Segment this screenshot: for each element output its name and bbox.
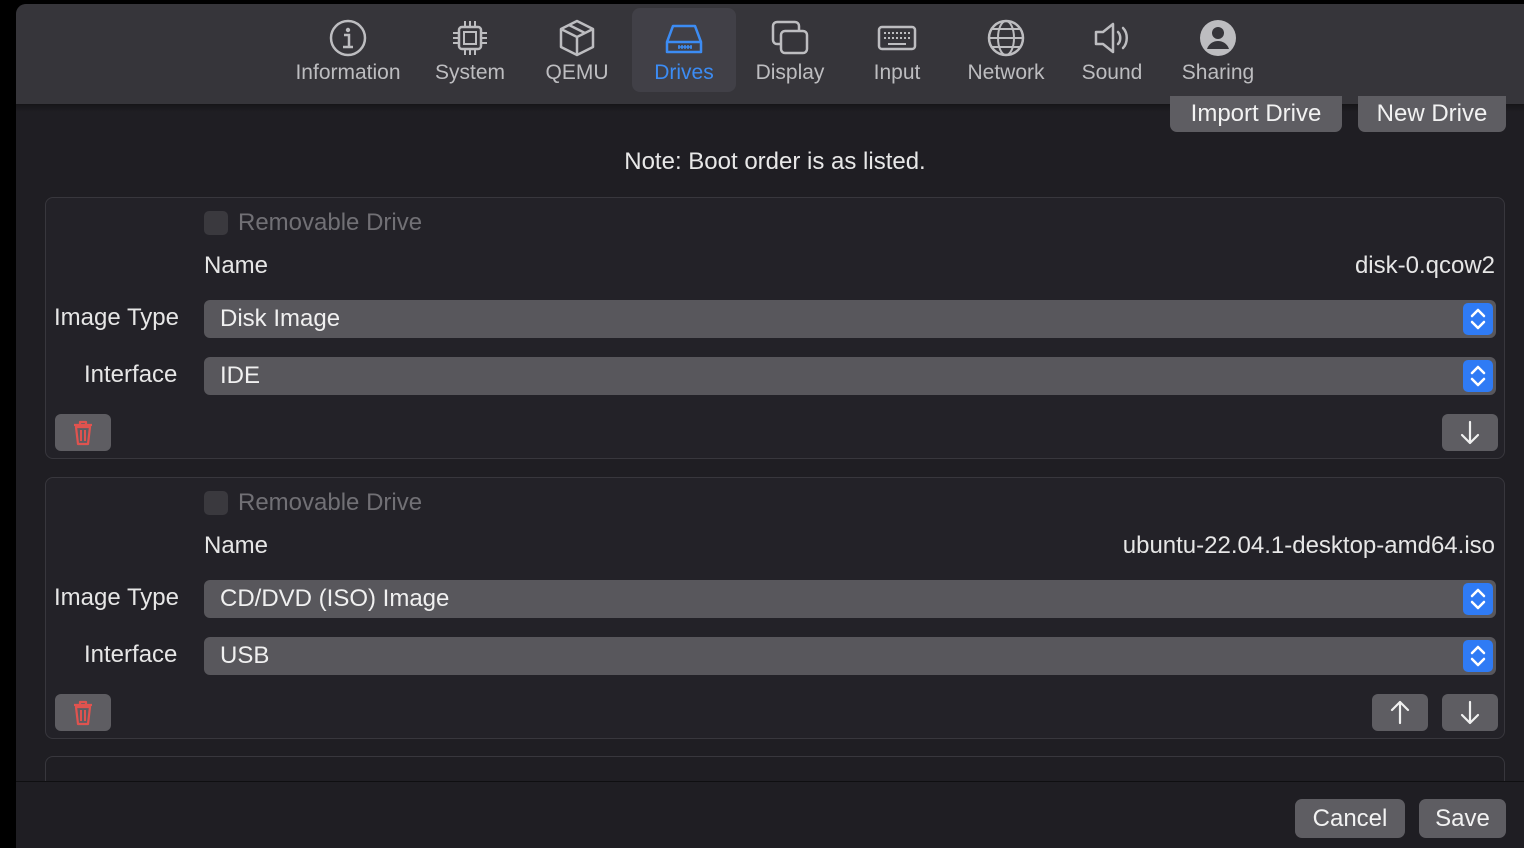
removable-drive-row[interactable]: Removable Drive xyxy=(204,488,422,518)
chevron-up-down-icon xyxy=(1463,640,1493,672)
arrow-up-icon xyxy=(1390,700,1410,725)
delete-drive-button[interactable] xyxy=(55,694,111,731)
interface-label: Interface xyxy=(84,641,178,668)
cancel-button[interactable]: Cancel xyxy=(1295,799,1405,838)
interface-label: Interface xyxy=(84,361,178,388)
info-circle-icon xyxy=(328,18,368,58)
move-up-button[interactable] xyxy=(1372,694,1428,731)
tab-qemu[interactable]: QEMU xyxy=(531,8,623,92)
settings-window: Information System QEMU Drives Display I… xyxy=(16,4,1524,848)
name-label: Name xyxy=(204,532,269,559)
arrow-down-icon xyxy=(1460,700,1480,725)
interface-value: USB xyxy=(220,642,270,669)
tab-label: QEMU xyxy=(545,61,609,84)
image-type-select[interactable]: CD/DVD (ISO) Image xyxy=(204,580,1496,618)
image-type-value: Disk Image xyxy=(220,305,341,332)
image-type-value: CD/DVD (ISO) Image xyxy=(220,585,450,612)
tab-input[interactable]: Input xyxy=(854,8,940,92)
save-button[interactable]: Save xyxy=(1419,799,1506,838)
tab-sharing[interactable]: Sharing xyxy=(1172,8,1264,92)
removable-drive-checkbox[interactable] xyxy=(204,491,228,515)
trash-icon xyxy=(74,420,92,446)
removable-drive-row[interactable]: Removable Drive xyxy=(204,208,422,238)
tab-information[interactable]: Information xyxy=(281,8,415,92)
drive-card: Removable Drive Name ubuntu-22.04.1-desk… xyxy=(45,477,1505,739)
arrow-down-icon xyxy=(1460,420,1480,445)
cpu-chip-icon xyxy=(450,18,490,58)
tab-label: Drives xyxy=(654,61,714,84)
tab-label: Input xyxy=(873,61,921,84)
tab-drives[interactable]: Drives xyxy=(632,8,736,92)
tab-label: Information xyxy=(295,61,401,84)
tab-network[interactable]: Network xyxy=(956,8,1056,92)
tab-label: Network xyxy=(967,61,1045,84)
tab-label: Sharing xyxy=(1181,61,1255,84)
drive-name-value: disk-0.qcow2 xyxy=(1354,252,1495,279)
name-label: Name xyxy=(204,252,269,279)
chevron-up-down-icon xyxy=(1463,303,1493,335)
move-down-button[interactable] xyxy=(1442,694,1498,731)
chevron-up-down-icon xyxy=(1463,583,1493,615)
interface-select[interactable]: IDE xyxy=(204,357,1496,395)
footer-bar: Cancel Save xyxy=(16,781,1524,848)
chevron-up-down-icon xyxy=(1463,360,1493,392)
drive-icon xyxy=(664,18,704,58)
drive-card: Removable Drive Name disk-0.qcow2 Image … xyxy=(45,197,1505,459)
image-type-label: Image Type xyxy=(54,304,179,331)
interface-select[interactable]: USB xyxy=(204,637,1496,675)
person-circle-icon xyxy=(1198,18,1238,58)
tab-sound[interactable]: Sound xyxy=(1070,8,1154,92)
display-windows-icon xyxy=(770,18,810,58)
settings-toolbar: Information System QEMU Drives Display I… xyxy=(16,4,1524,105)
boot-order-note: Note: Boot order is as listed. xyxy=(624,148,926,175)
delete-drive-button[interactable] xyxy=(55,414,111,451)
move-down-button[interactable] xyxy=(1442,414,1498,451)
removable-drive-label: Removable Drive xyxy=(238,489,423,516)
import-drive-button[interactable]: Import Drive xyxy=(1170,96,1342,132)
image-type-label: Image Type xyxy=(54,584,179,611)
globe-icon xyxy=(986,18,1026,58)
keyboard-icon xyxy=(877,18,917,58)
new-drive-button[interactable]: New Drive xyxy=(1358,96,1506,132)
tab-label: Sound xyxy=(1081,61,1143,84)
tab-label: Display xyxy=(755,61,825,84)
tab-system[interactable]: System xyxy=(426,8,514,92)
tab-label: System xyxy=(434,61,505,84)
image-type-select[interactable]: Disk Image xyxy=(204,300,1496,338)
interface-value: IDE xyxy=(220,362,261,389)
removable-drive-checkbox[interactable] xyxy=(204,211,228,235)
tab-display[interactable]: Display xyxy=(744,8,836,92)
removable-drive-label: Removable Drive xyxy=(238,209,423,236)
speaker-icon xyxy=(1092,18,1132,58)
trash-icon xyxy=(74,700,92,726)
cube-icon xyxy=(557,18,597,58)
drive-name-value: ubuntu-22.04.1-desktop-amd64.iso xyxy=(1122,532,1495,559)
